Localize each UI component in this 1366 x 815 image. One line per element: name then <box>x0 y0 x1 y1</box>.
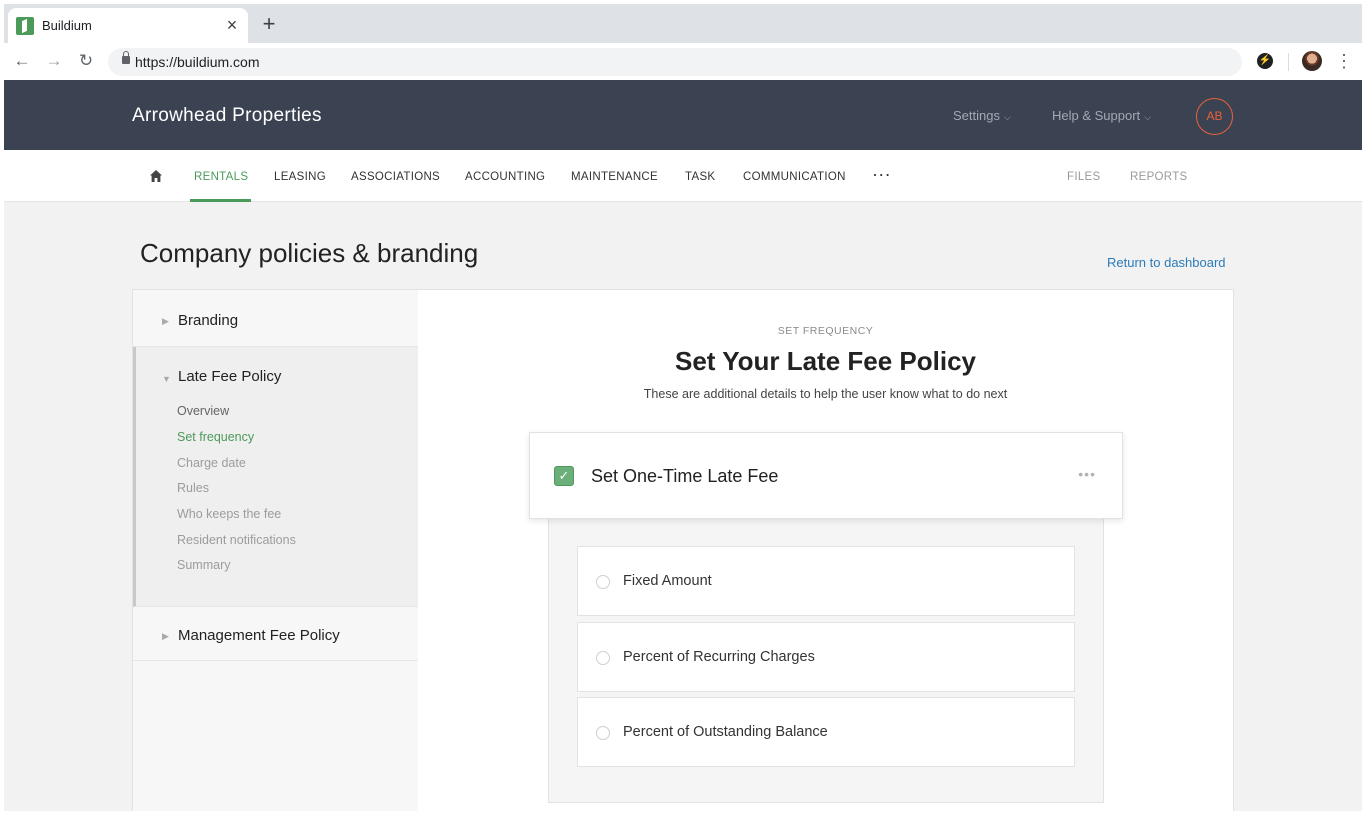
option-label: Fixed Amount <box>623 573 712 589</box>
tab-strip: Buildium × + <box>4 4 1362 43</box>
help-label: Help & Support <box>1052 108 1141 123</box>
chevron-down-icon: ⌵ <box>1003 112 1011 122</box>
help-support-menu[interactable]: Help & Support ⌵ <box>1052 108 1151 123</box>
option-percent-outstanding[interactable]: Percent of Outstanding Balance <box>577 697 1075 767</box>
sub-item-charge-date[interactable]: Charge date <box>177 456 246 470</box>
content-area: SET FREQUENCY Set Your Late Fee Policy T… <box>418 290 1233 811</box>
nav-item-files[interactable]: FILES <box>1067 171 1100 183</box>
lock-icon <box>122 51 130 64</box>
radio-button[interactable] <box>596 575 610 589</box>
settings-label: Settings <box>953 108 1000 123</box>
back-icon[interactable]: ← <box>12 51 32 71</box>
one-time-late-fee-card[interactable]: ✓ Set One-Time Late Fee ••• <box>529 432 1123 519</box>
nav-item-associations[interactable]: ASSOCIATIONS <box>351 171 440 183</box>
nav-item-accounting[interactable]: ACCOUNTING <box>465 171 545 183</box>
triangle-right-icon: ▶ <box>162 316 169 326</box>
sidebar-item-branding[interactable]: ▶ Branding <box>133 290 418 347</box>
tab-title: Buildium <box>42 18 92 33</box>
main-nav: RENTALS LEASING ASSOCIATIONS ACCOUNTING … <box>4 150 1362 202</box>
nav-active-underline <box>190 199 251 202</box>
option-percent-recurring[interactable]: Percent of Recurring Charges <box>577 622 1075 692</box>
new-tab-plus-icon[interactable]: + <box>258 13 280 36</box>
return-to-dashboard-link[interactable]: Return to dashboard <box>1107 255 1226 270</box>
option-label: Percent of Outstanding Balance <box>623 724 828 740</box>
chevron-down-icon: ⌵ <box>1144 112 1151 122</box>
address-bar[interactable]: https://buildium.com <box>108 48 1242 76</box>
step-subtext: These are additional details to help the… <box>643 387 1008 401</box>
more-icon[interactable]: ••• <box>1078 466 1096 482</box>
url-text: https://buildium.com <box>135 54 260 70</box>
app-header: Arrowhead Properties Settings ⌵ Help & Su… <box>4 80 1362 150</box>
option-fixed-amount[interactable]: Fixed Amount <box>577 546 1075 616</box>
nav-item-rentals[interactable]: RENTALS <box>194 171 248 183</box>
step-headline: Set Your Late Fee Policy <box>674 346 977 376</box>
triangle-right-icon: ▶ <box>162 631 169 641</box>
sub-item-overview[interactable]: Overview <box>177 404 229 418</box>
nav-item-reports[interactable]: REPORTS <box>1130 171 1187 183</box>
sub-item-rules[interactable]: Rules <box>177 481 209 495</box>
checkmark-icon[interactable]: ✓ <box>554 466 574 486</box>
triangle-down-icon: ▼ <box>162 374 171 384</box>
page-title: Company policies & branding <box>140 238 479 268</box>
extension-icon[interactable]: ⚡ <box>1257 53 1273 69</box>
sub-item-summary[interactable]: Summary <box>177 558 230 572</box>
step-eyebrow: SET FREQUENCY <box>777 325 874 337</box>
close-icon[interactable]: × <box>222 15 242 35</box>
nav-item-communication[interactable]: COMMUNICATION <box>743 171 846 183</box>
sidebar-item-late-fee[interactable]: ▼ Late Fee Policy Overview Set frequency… <box>133 347 418 607</box>
sub-item-resident-notifications[interactable]: Resident notifications <box>177 533 296 547</box>
menu-icon[interactable]: ⋮ <box>1334 51 1354 71</box>
card-title: Set One-Time Late Fee <box>591 466 779 486</box>
browser-tab[interactable]: Buildium × <box>8 8 248 43</box>
home-icon[interactable] <box>149 169 163 183</box>
forward-icon[interactable]: → <box>44 51 64 71</box>
browser-toolbar: ← → ↻ https://buildium.com ⚡ ⋮ <box>4 43 1362 80</box>
reload-icon[interactable]: ↻ <box>76 51 96 71</box>
radio-button[interactable] <box>596 726 610 740</box>
sidebar-item-management-fee[interactable]: ▶ Management Fee Policy <box>133 607 418 661</box>
nav-item-maintenance[interactable]: MAINTENANCE <box>571 171 658 183</box>
brand-name[interactable]: Arrowhead Properties <box>132 105 322 127</box>
option-label: Percent of Recurring Charges <box>623 649 815 665</box>
options-container: Fixed Amount Percent of Recurring Charge… <box>548 518 1104 803</box>
nav-item-leasing[interactable]: LEASING <box>274 171 326 183</box>
radio-button[interactable] <box>596 651 610 665</box>
sidebar-item-label: Late Fee Policy <box>178 368 282 385</box>
sub-item-who-keeps-fee[interactable]: Who keeps the fee <box>177 507 281 521</box>
more-icon[interactable]: ··· <box>872 164 891 185</box>
toolbar-divider <box>1288 53 1289 71</box>
nav-item-task[interactable]: TASK <box>685 171 715 183</box>
sub-item-set-frequency[interactable]: Set frequency <box>177 430 254 444</box>
settings-panel: ▶ Branding ▼ Late Fee Policy Overview Se… <box>132 289 1234 811</box>
browser-window: Buildium × + ← → ↻ https://buildium.com … <box>4 4 1362 811</box>
sidebar-item-label: Management Fee Policy <box>178 627 340 644</box>
tab-favicon-icon <box>16 17 34 35</box>
profile-icon[interactable] <box>1302 51 1322 71</box>
settings-menu[interactable]: Settings ⌵ <box>953 108 1011 123</box>
avatar[interactable]: AB <box>1196 98 1233 135</box>
sidebar-item-label: Branding <box>178 312 239 329</box>
sidebar: ▶ Branding ▼ Late Fee Policy Overview Se… <box>133 290 418 811</box>
